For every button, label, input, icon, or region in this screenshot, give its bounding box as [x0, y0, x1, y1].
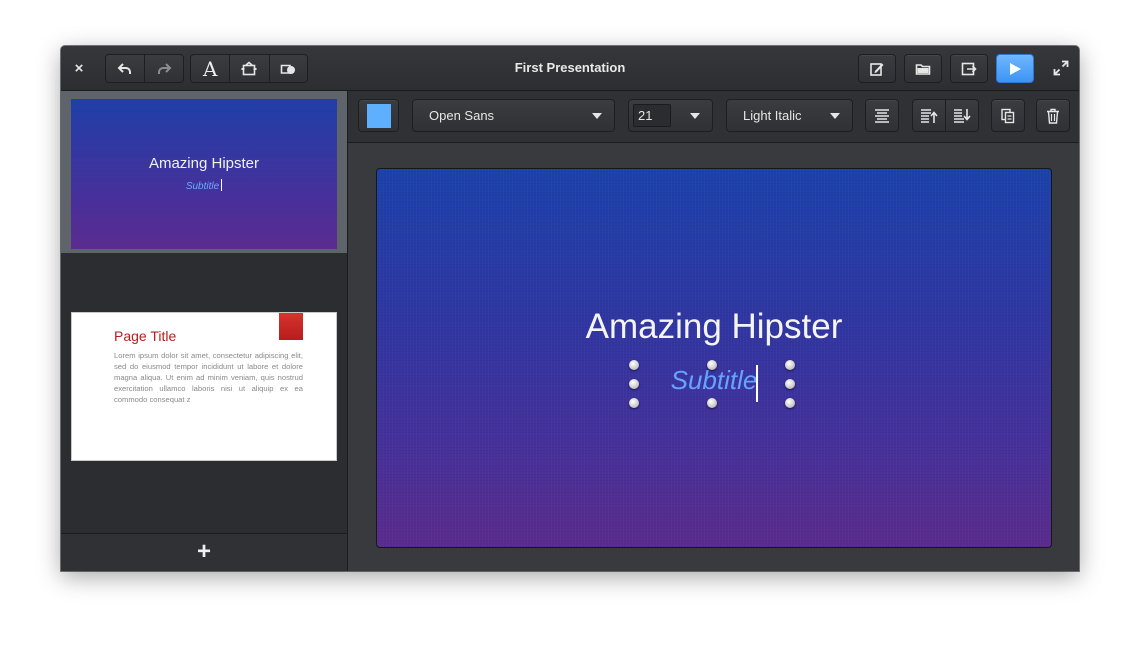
slide-title-text[interactable]: Amazing Hipster: [377, 307, 1051, 347]
thumbnail-subtitle: Subtitle: [71, 179, 337, 192]
font-family-select[interactable]: Open Sans: [412, 99, 615, 132]
align-center-icon: [875, 108, 889, 123]
chevron-down-icon: [830, 113, 840, 119]
thumbnail-title: Amazing Hipster: [148, 155, 260, 172]
thumbnail-body-text: Lorem ipsum dolor sit amet, consectetur …: [114, 351, 303, 404]
bookmark-ribbon: [279, 313, 303, 340]
insert-image-button[interactable]: [230, 55, 270, 82]
text-cursor: [756, 365, 758, 402]
duplicate-button[interactable]: [991, 99, 1025, 132]
format-toolbar: Open Sans 21 Light Italic: [348, 91, 1079, 143]
resize-handle[interactable]: [785, 398, 795, 408]
resize-handle[interactable]: [785, 379, 795, 389]
send-backward-icon: [954, 108, 971, 123]
redo-icon: [158, 62, 172, 74]
slide-subtitle-text[interactable]: Subtitle: [377, 365, 1051, 396]
export-icon: [961, 62, 977, 75]
slide-thumbnail-selected-row[interactable]: Amazing Hipster Subtitle: [61, 91, 347, 253]
resize-handle[interactable]: [707, 360, 717, 370]
image-icon: [241, 60, 257, 75]
font-style-value: Light Italic: [743, 108, 802, 123]
align-button[interactable]: [865, 99, 899, 132]
text-icon: A: [202, 56, 218, 81]
play-icon: [1010, 62, 1021, 75]
edit-icon: [870, 62, 884, 76]
add-slide-button[interactable]: +: [194, 540, 214, 564]
font-family-value: Open Sans: [429, 108, 495, 123]
resize-handle[interactable]: [785, 360, 795, 370]
send-backward-button[interactable]: [946, 100, 978, 131]
folder-icon: [915, 63, 931, 75]
thumbnail-page-title: Page Title: [114, 328, 177, 344]
undo-button[interactable]: [106, 55, 145, 82]
font-size-field[interactable]: 21: [633, 104, 671, 127]
bring-forward-icon: [921, 108, 938, 123]
chevron-down-icon: [592, 113, 602, 119]
bring-forward-button[interactable]: [913, 100, 946, 131]
slide-thumbnail-2[interactable]: Page Title Lorem ipsum dolor sit amet, c…: [71, 312, 337, 461]
slide-thumbnail-1[interactable]: Amazing Hipster Subtitle: [71, 99, 337, 249]
resize-handle[interactable]: [629, 360, 639, 370]
layer-order-group: [912, 99, 979, 132]
open-button[interactable]: [904, 54, 942, 83]
sidebar-footer: +: [61, 533, 347, 571]
copy-icon: [1001, 108, 1015, 123]
edit-button[interactable]: [858, 54, 896, 83]
play-button[interactable]: [996, 54, 1034, 83]
close-icon[interactable]: ×: [71, 61, 87, 77]
insert-shape-button[interactable]: [270, 55, 307, 82]
insert-text-button[interactable]: A: [191, 55, 231, 82]
resize-handle[interactable]: [707, 398, 717, 408]
font-size-select[interactable]: 21: [628, 99, 713, 132]
fullscreen-icon[interactable]: [1053, 60, 1069, 76]
resize-handle[interactable]: [629, 398, 639, 408]
trash-icon: [1047, 108, 1059, 124]
slide-canvas[interactable]: Amazing Hipster Subtitle: [376, 168, 1052, 548]
shape-icon: [281, 64, 296, 74]
undo-icon: [117, 62, 131, 74]
slide-canvas-area: Amazing Hipster Subtitle: [348, 143, 1079, 571]
export-button[interactable]: [950, 54, 988, 83]
slide-sidebar: Amazing Hipster Subtitle Page Title Lore…: [61, 91, 348, 571]
resize-handle[interactable]: [629, 379, 639, 389]
font-size-value: 21: [638, 108, 653, 123]
insert-group: A: [190, 54, 308, 83]
header-bar: × A First Presentation: [61, 46, 1079, 91]
app-window: × A First Presentation Amazing Hipster S…: [61, 46, 1079, 571]
chevron-down-icon: [690, 113, 700, 119]
history-group: [105, 54, 184, 83]
color-button[interactable]: [358, 99, 399, 132]
color-swatch: [366, 103, 391, 128]
font-style-select[interactable]: Light Italic: [726, 99, 853, 132]
delete-button[interactable]: [1036, 99, 1070, 132]
redo-button[interactable]: [145, 55, 183, 82]
